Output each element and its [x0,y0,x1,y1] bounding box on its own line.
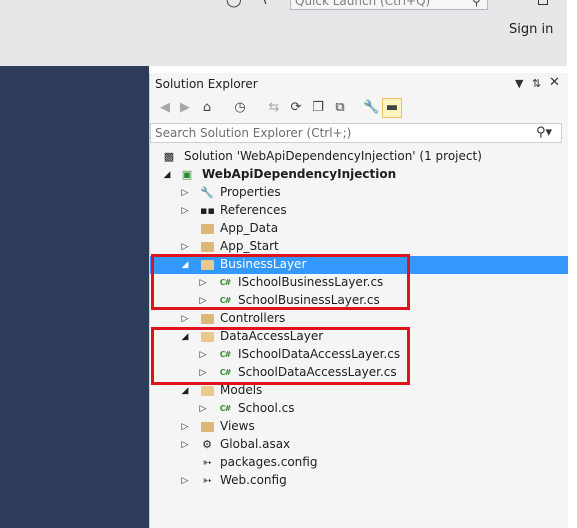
tree-item[interactable]: ▷ 🔧 Properties [150,184,568,202]
panel-title: Solution Explorer [155,77,258,91]
tree-item[interactable]: ◢ ▣ WebApiDependencyInjection [150,166,568,184]
tree-item-label: Web.config [220,473,287,487]
collapsed-arrow-icon[interactable]: ▷ [180,474,190,488]
collapsed-arrow-icon[interactable]: ▷ [180,240,190,254]
highlight-data-access-layer [151,327,410,385]
tree-item-label: School.cs [238,401,295,415]
tree-item[interactable]: ▷ ➳ Web.config [150,472,568,490]
tree-item-label: Properties [220,185,281,199]
tree-item-label: Solution 'WebApiDependencyInjection' (1 … [184,149,482,163]
tree-item[interactable]: ▷ ▪▪ References [150,202,568,220]
search-solution-explorer-input[interactable]: Search Solution Explorer (Ctrl+;) ⚲▾ [150,123,562,143]
pin-icon[interactable]: ⇅ [532,77,541,90]
config-file-icon: ➳ [202,474,212,487]
top-bar: ◯ ⟨ Quick Launch (Ctrl+Q) ⚲ Sign in [0,0,567,66]
csharp-file-icon: C# [219,404,232,413]
tree-item-label: Controllers [220,311,286,325]
collapsed-arrow-icon[interactable]: ▷ [198,402,208,416]
tree-item[interactable]: ▷ C# School.cs [150,400,568,418]
collapse-all-icon[interactable]: ❐ [310,100,326,116]
tree-item-label: WebApiDependencyInjection [202,167,397,181]
search-icon[interactable]: ⚲▾ [536,125,552,140]
back-icon[interactable]: ◀ [157,100,173,116]
tree-item[interactable]: App_Data [150,220,568,238]
tree-item-label: App_Start [220,239,279,253]
search-icon[interactable]: ⚲ [472,0,481,8]
home-icon[interactable]: ⌂ [199,100,215,116]
collapsed-arrow-icon[interactable]: ▷ [180,438,190,452]
folder-icon [201,314,214,324]
feedback-icon[interactable]: ◯ [226,0,242,8]
quick-launch-input[interactable]: Quick Launch (Ctrl+Q) [290,0,488,10]
forward-icon[interactable]: ▶ [177,100,193,116]
refresh-icon[interactable]: ⟳ [288,100,304,116]
window-maximize-icon[interactable] [538,0,548,5]
tree-item[interactable]: ▷ Controllers [150,310,568,328]
collapsed-arrow-icon[interactable]: ▷ [180,312,190,326]
preview-icon[interactable]: ▬ [382,98,402,118]
tree-item-label: Views [220,419,255,433]
tree-item-label: packages.config [220,455,318,469]
history-icon[interactable]: ◷ [232,100,248,116]
tree-item-label: App_Data [220,221,279,235]
references-icon: ▪▪ [200,204,215,217]
expanded-arrow-icon[interactable]: ◢ [162,168,172,182]
collapsed-arrow-icon[interactable]: ▷ [180,420,190,434]
expanded-arrow-icon[interactable]: ◢ [180,384,190,398]
dropdown-icon[interactable]: ▼ [515,77,523,90]
wrench-icon: 🔧 [200,186,214,199]
close-icon[interactable]: ✕ [549,75,560,90]
tree-item[interactable]: ▷ ⚙ Global.asax [150,436,568,454]
highlight-business-layer [151,254,410,310]
collapsed-arrow-icon[interactable]: ▷ [180,204,190,218]
folder-icon [201,224,214,234]
window-edge [567,0,577,528]
tree-item-label: Global.asax [220,437,291,451]
solution-icon: ▩ [163,150,175,163]
folder-icon [201,242,214,252]
sign-in-link[interactable]: Sign in [509,22,553,37]
tree-item-label: Models [220,383,263,397]
global-asax-icon: ⚙ [202,438,212,451]
solution-explorer-header: Solution Explorer ▼ ⇅ ✕ [150,75,568,95]
properties-icon[interactable]: 🔧 [363,100,379,116]
sync-icon[interactable]: ⇆ [266,100,282,116]
editor-background [0,66,149,528]
solution-explorer-panel: Solution Explorer ▼ ⇅ ✕ ◀ ▶ ⌂ ◷ ⇆ ⟳ ❐ ⧉ … [149,73,568,528]
collapsed-arrow-icon[interactable]: ▷ [180,186,190,200]
config-file-icon: ➳ [202,456,212,469]
web-project-icon: ▣ [181,168,193,181]
solution-explorer-toolbar: ◀ ▶ ⌂ ◷ ⇆ ⟳ ❐ ⧉ 🔧 ▬ [150,97,568,121]
tree-item[interactable]: ➳ packages.config [150,454,568,472]
folder-icon [201,422,214,432]
notifications-icon[interactable]: ⟨ [262,0,267,6]
search-placeholder: Search Solution Explorer (Ctrl+;) [155,126,352,140]
tree-item-label: References [220,203,287,217]
show-all-files-icon[interactable]: ⧉ [332,100,348,116]
tree-item[interactable]: ▷ Views [150,418,568,436]
open-folder-icon [201,386,214,396]
tree-item[interactable]: ▩ Solution 'WebApiDependencyInjection' (1… [150,148,568,166]
